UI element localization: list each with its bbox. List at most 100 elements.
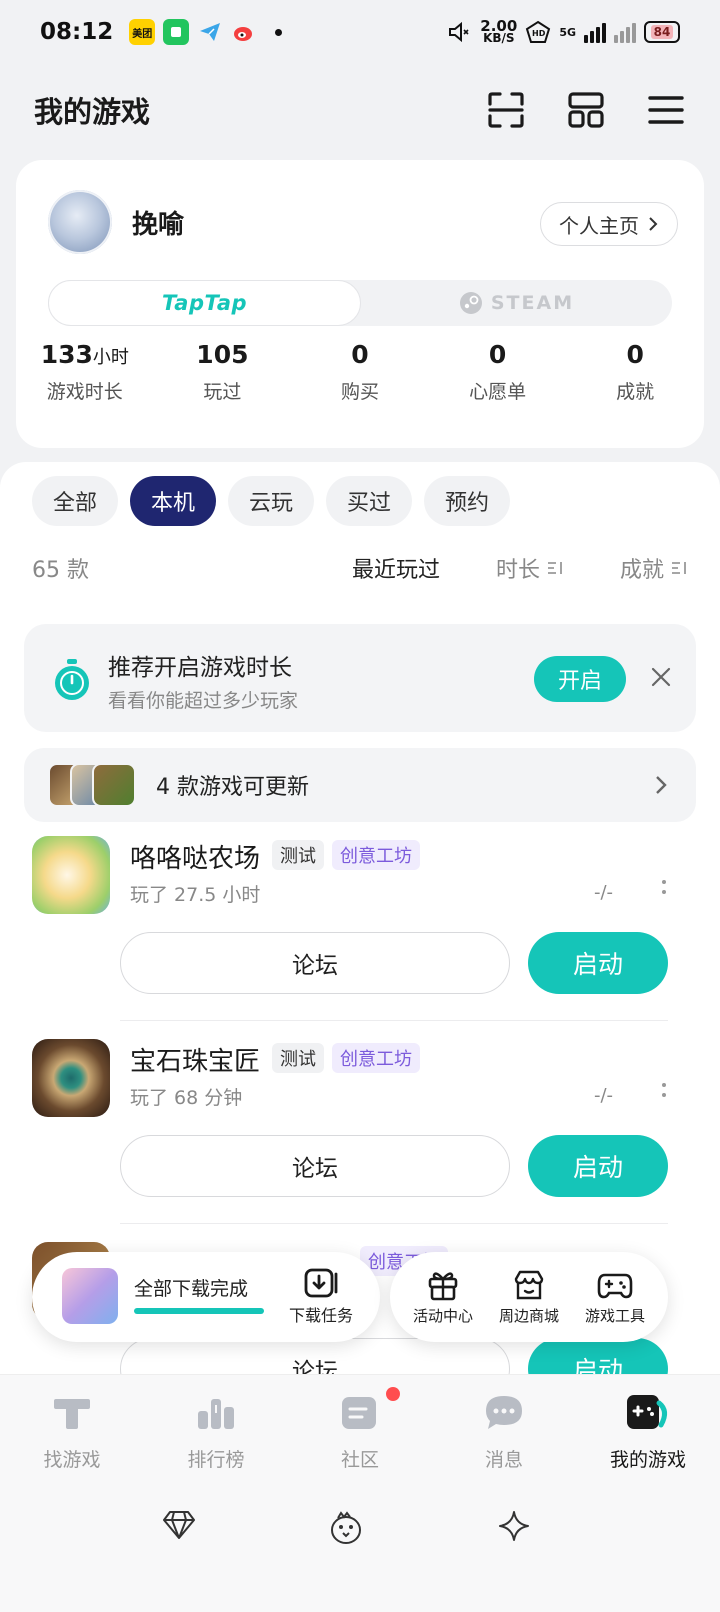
scan-icon[interactable]: [486, 90, 526, 130]
stats-row: 133小时 游戏时长 105 玩过 0 购买 0 心愿单 0 成就: [16, 340, 704, 404]
stat-playtime[interactable]: 133小时 游戏时长: [16, 340, 154, 404]
layout-icon[interactable]: [566, 90, 606, 130]
game-name[interactable]: 咯咯哒农场: [130, 838, 260, 875]
sort-bar: 65 款 最近玩过 时长 成就: [32, 550, 688, 586]
more-icon[interactable]: [660, 880, 668, 894]
signal-icon: [584, 21, 606, 43]
download-progress-bar: [134, 1308, 264, 1314]
divider: [120, 1223, 668, 1224]
store-icon: [514, 1270, 544, 1299]
hd-icon: HD: [526, 20, 551, 43]
menu-icon[interactable]: [646, 90, 686, 130]
profile-page-button[interactable]: 个人主页: [540, 202, 678, 246]
enable-button[interactable]: 开启: [534, 656, 626, 702]
chevron-right-icon: [656, 776, 667, 794]
forum-button[interactable]: 论坛: [120, 932, 510, 994]
game-icon[interactable]: [32, 836, 110, 914]
sort-icon: [547, 562, 562, 574]
status-app-icons: 美团: [129, 19, 283, 45]
my-games-icon: [627, 1395, 667, 1429]
game-rating: -/-: [594, 882, 614, 903]
page-title: 我的游戏: [34, 95, 151, 129]
activity-center-button[interactable]: 活动中心: [413, 1269, 473, 1326]
profile-card: 挽喻 个人主页 TapTap STEAM 133小时 游戏时长 105 玩过 0…: [16, 160, 704, 448]
play-time: 玩了 68 分钟: [130, 1087, 243, 1109]
game-rating: -/-: [594, 1085, 614, 1106]
battery-icon: 84: [644, 21, 680, 43]
playtime-promo: 推荐开启游戏时长 看看你能超过多少玩家 开启: [24, 624, 696, 732]
game-tags: 测试 创意工坊: [272, 840, 420, 870]
stat-played[interactable]: 105 玩过: [154, 340, 292, 404]
tag-test: 测试: [272, 1043, 324, 1073]
forum-button[interactable]: 论坛: [120, 1135, 510, 1197]
steam-icon: [459, 292, 482, 314]
diamond-icon[interactable]: [162, 1510, 196, 1540]
ranking-icon: [198, 1399, 234, 1429]
tab-taptap[interactable]: TapTap: [48, 280, 361, 326]
net-speed: 2.00 KB/S: [480, 17, 518, 45]
tab-steam[interactable]: STEAM: [361, 280, 672, 326]
stat-achievements[interactable]: 0 成就: [566, 340, 704, 404]
game-name[interactable]: 宝石珠宝匠: [130, 1041, 260, 1078]
community-icon: [342, 1397, 376, 1429]
download-status-text: 全部下载完成: [134, 1278, 249, 1300]
bottom-nav: 找游戏 排行榜 社区 消息 我的游戏: [0, 1374, 720, 1494]
chevron-right-icon: [649, 217, 658, 231]
sparkle-icon[interactable]: [498, 1510, 530, 1542]
nav-my-games[interactable]: 我的游戏: [576, 1375, 720, 1494]
svg-text:HD: HD: [532, 29, 546, 38]
chip-all[interactable]: 全部: [32, 476, 118, 526]
nav-community[interactable]: 社区: [288, 1375, 432, 1494]
gift-icon: [428, 1271, 458, 1300]
taptap-logo-icon: [54, 1399, 90, 1429]
updates-banner[interactable]: 4 款游戏可更新: [24, 748, 696, 822]
status-indicators: 2.00 KB/S HD 5G 84: [446, 17, 680, 45]
start-button[interactable]: 启动: [528, 932, 668, 994]
notification-badge: [386, 1387, 400, 1401]
page-header: 我的游戏: [0, 80, 720, 140]
system-nav-bar: [0, 1494, 720, 1612]
stat-purchased[interactable]: 0 购买: [291, 340, 429, 404]
notification-dot: [275, 28, 283, 36]
gamepad-icon: [597, 1273, 633, 1298]
message-icon: [486, 1396, 522, 1429]
download-icon: [304, 1268, 338, 1298]
mute-icon: [449, 21, 469, 43]
game-tools-button[interactable]: 游戏工具: [585, 1269, 645, 1326]
network-type: 5G: [559, 25, 576, 39]
chip-reserved[interactable]: 预约: [424, 476, 510, 526]
stat-wishlist[interactable]: 0 心愿单: [429, 340, 567, 404]
chip-local[interactable]: 本机: [130, 476, 216, 526]
nav-ranking[interactable]: 排行榜: [144, 1375, 288, 1494]
username: 挽喻: [132, 210, 185, 240]
signal-2-icon: [614, 21, 636, 43]
game-tags: 测试 创意工坊: [272, 1043, 420, 1073]
avatar[interactable]: [48, 190, 112, 254]
game-item: 宝石珠宝匠 测试 创意工坊 玩了 68 分钟 -/- 论坛 启动: [0, 1029, 720, 1232]
status-bar: 08:12 美团 2.00 KB/S HD 5G 84: [0, 0, 720, 64]
mascot-icon[interactable]: [328, 1510, 364, 1546]
platform-switch: TapTap STEAM: [48, 280, 672, 326]
nav-find-games[interactable]: 找游戏: [0, 1375, 144, 1494]
download-status-bar[interactable]: 全部下载完成 下载任务: [32, 1252, 380, 1342]
nav-messages[interactable]: 消息: [432, 1375, 576, 1494]
start-button[interactable]: 启动: [528, 1135, 668, 1197]
merch-store-button[interactable]: 周边商城: [499, 1269, 559, 1326]
chip-cloud[interactable]: 云玩: [228, 476, 314, 526]
tag-test: 测试: [272, 840, 324, 870]
sort-recent[interactable]: 最近玩过: [352, 552, 440, 584]
tools-bar: 活动中心 周边商城 游戏工具: [390, 1252, 668, 1342]
more-icon[interactable]: [660, 1083, 668, 1097]
sort-achievement[interactable]: 成就: [620, 552, 688, 584]
wechat-icon: [163, 19, 190, 45]
download-tasks-button[interactable]: 下载任务: [286, 1268, 356, 1326]
chip-bought[interactable]: 买过: [326, 476, 412, 526]
filter-chips: 全部 本机 云玩 买过 预约: [32, 476, 510, 526]
updates-text: 4 款游戏可更新: [156, 775, 309, 800]
play-time: 玩了 27.5 小时: [130, 884, 261, 906]
close-icon[interactable]: [648, 664, 674, 690]
sort-icon: [672, 562, 686, 574]
sort-duration[interactable]: 时长: [496, 552, 564, 584]
promo-subtitle: 看看你能超过多少玩家: [108, 690, 299, 712]
game-icon[interactable]: [32, 1039, 110, 1117]
